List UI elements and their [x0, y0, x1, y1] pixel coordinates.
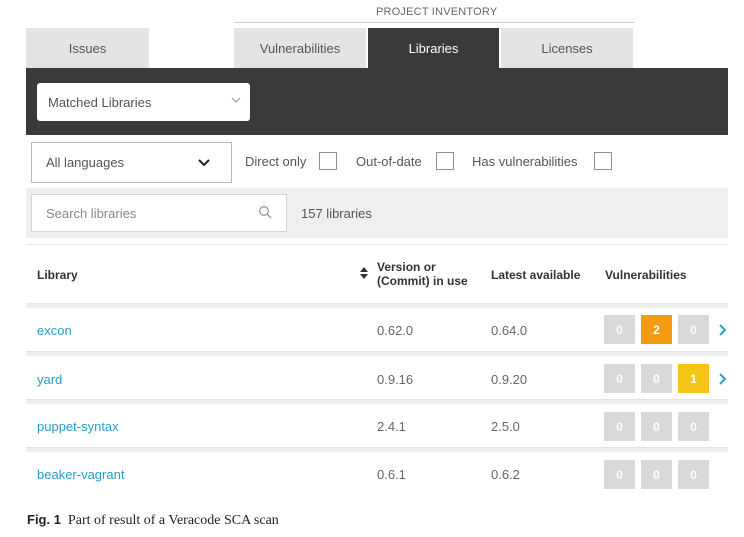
version-in-use: 0.6.1 — [377, 467, 406, 482]
direct-only-checkbox[interactable] — [319, 152, 337, 170]
figure-caption: Fig. 1 Part of result of a Veracode SCA … — [27, 512, 279, 529]
chevron-down-icon — [198, 159, 210, 167]
column-vulnerabilities: Vulnerabilities — [605, 268, 687, 282]
tab-issues[interactable]: Issues — [26, 28, 149, 68]
library-link[interactable]: beaker-vagrant — [37, 467, 124, 482]
latest-version: 0.9.20 — [491, 372, 528, 387]
latest-version: 0.6.2 — [491, 467, 520, 482]
chevron-right-icon[interactable] — [718, 324, 726, 336]
column-version-line2: (Commit) in use — [377, 274, 468, 288]
vuln-count-badge: 0 — [678, 315, 709, 344]
vuln-count-badge: 2 — [641, 315, 672, 344]
library-count: 157 libraries — [301, 206, 372, 221]
vuln-count-badge: 0 — [641, 364, 672, 393]
vuln-count-badge: 0 — [604, 412, 635, 441]
search-input[interactable]: Search libraries — [31, 194, 287, 232]
latest-version: 2.5.0 — [491, 419, 520, 434]
out-of-date-label: Out-of-date — [356, 154, 422, 169]
figure-label: Fig. 1 — [27, 512, 61, 527]
vuln-count-badge: 1 — [678, 364, 709, 393]
column-library[interactable]: Library — [37, 268, 78, 282]
search-icon — [259, 206, 272, 219]
direct-only-label: Direct only — [245, 154, 307, 169]
language-select-label: All languages — [46, 155, 125, 170]
vuln-count-badge: 0 — [678, 460, 709, 489]
matched-libraries-select-label: Matched Libraries — [48, 94, 152, 110]
version-in-use: 0.9.16 — [377, 372, 414, 387]
has-vulnerabilities-label: Has vulnerabilities — [472, 154, 578, 169]
vuln-count-badge: 0 — [604, 315, 635, 344]
out-of-date-checkbox[interactable] — [436, 152, 454, 170]
tab-libraries[interactable]: Libraries — [368, 28, 499, 68]
vuln-count-badge: 0 — [678, 412, 709, 441]
tab-vulnerabilities[interactable]: Vulnerabilities — [234, 28, 366, 68]
library-link[interactable]: puppet-syntax — [37, 419, 119, 434]
chevron-down-icon — [231, 97, 241, 103]
column-version-line1: Version or — [377, 260, 436, 274]
search-placeholder: Search libraries — [46, 205, 137, 221]
matched-libraries-select[interactable]: Matched Libraries — [37, 83, 250, 121]
language-select[interactable]: All languages — [31, 142, 232, 183]
version-in-use: 2.4.1 — [377, 419, 406, 434]
column-latest-available: Latest available — [491, 268, 581, 282]
figure-caption-text: Part of result of a Veracode SCA scan — [67, 513, 279, 528]
library-link[interactable]: yard — [37, 372, 62, 387]
version-in-use: 0.62.0 — [377, 323, 414, 338]
has-vulnerabilities-checkbox[interactable] — [594, 152, 612, 170]
section-title: PROJECT INVENTORY — [376, 6, 498, 18]
library-link[interactable]: excon — [37, 323, 72, 338]
vuln-count-badge: 0 — [641, 412, 672, 441]
vuln-count-badge: 0 — [641, 460, 672, 489]
chevron-right-icon[interactable] — [718, 373, 726, 385]
tab-licenses[interactable]: Licenses — [501, 28, 633, 68]
latest-version: 0.64.0 — [491, 323, 528, 338]
section-divider — [234, 22, 634, 23]
vuln-count-badge: 0 — [604, 364, 635, 393]
vuln-count-badge: 0 — [604, 460, 635, 489]
sort-icon[interactable] — [359, 266, 369, 280]
